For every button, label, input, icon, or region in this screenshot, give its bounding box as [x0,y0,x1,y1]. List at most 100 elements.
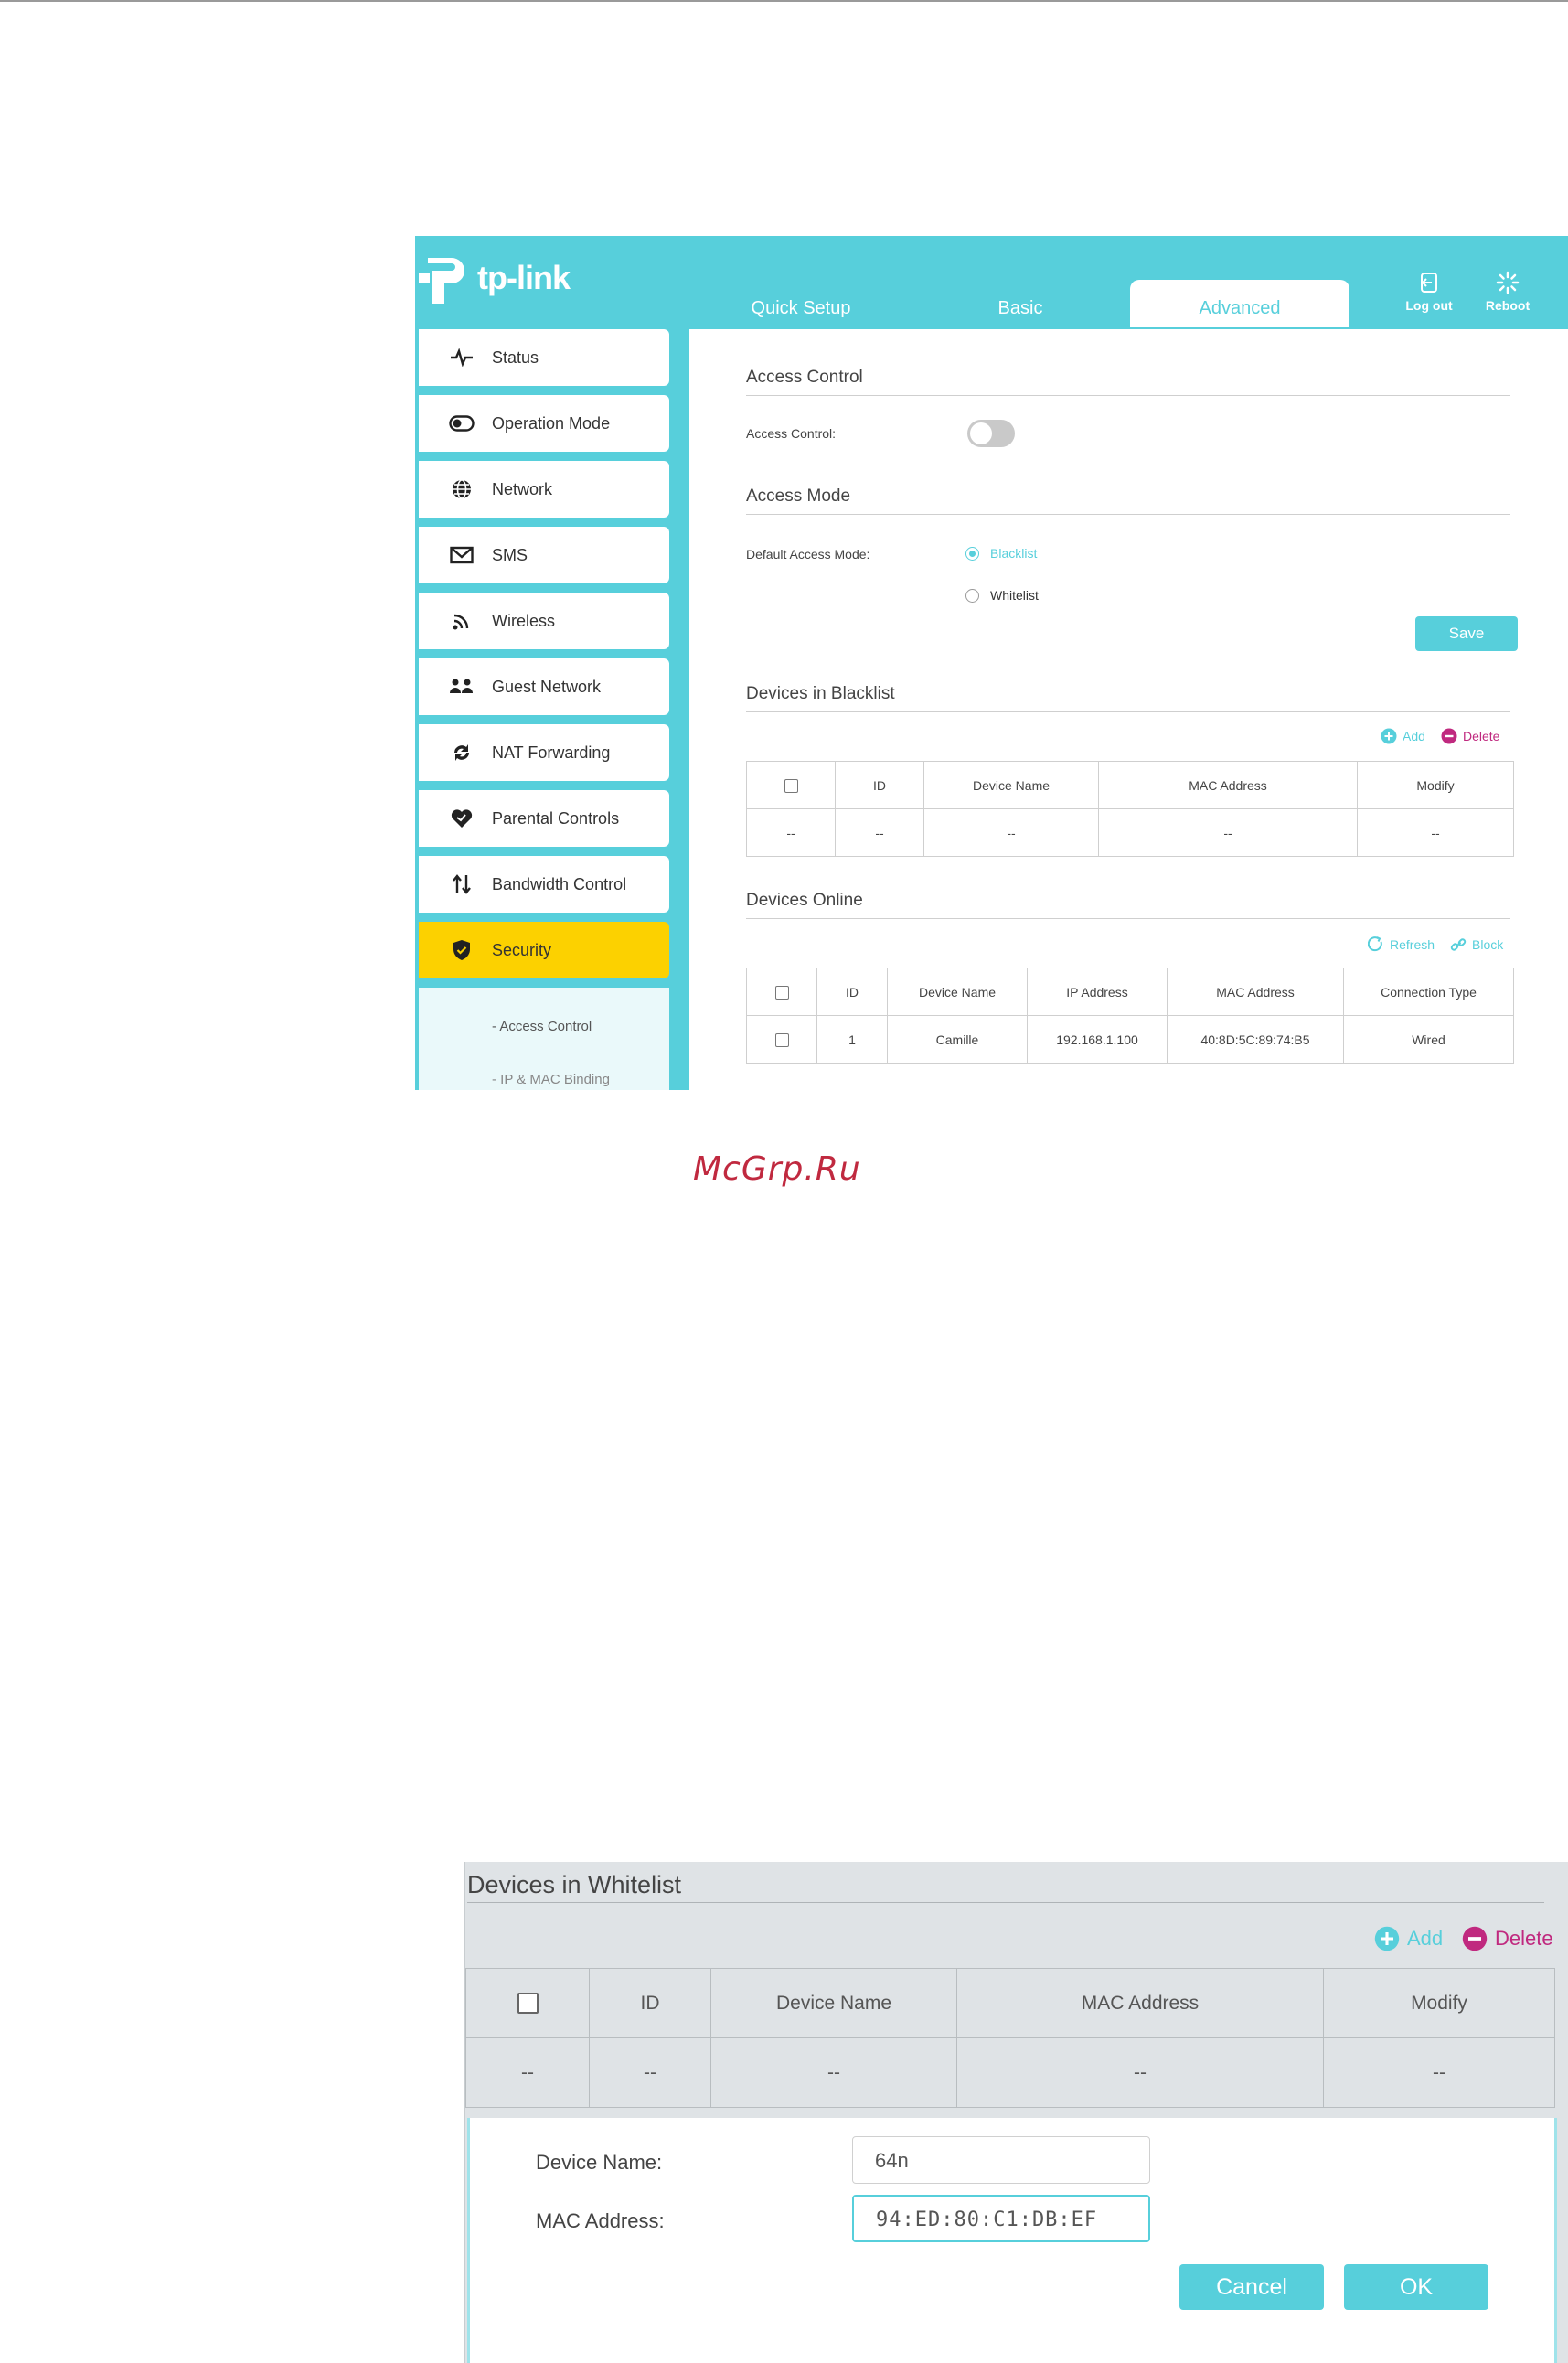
sidebar-item-parental-controls[interactable]: Parental Controls [419,790,669,847]
nat-icon [448,742,475,764]
sidebar-item-label: SMS [492,545,528,564]
whitelist-title: Devices in Whitelist [467,1871,682,1898]
blacklist-table: ID Device Name MAC Address Modify -- -- … [746,761,1514,857]
add-label: Add [1407,1927,1444,1950]
plus-circle-icon [1381,728,1397,744]
row-checkbox[interactable] [774,1032,789,1047]
tab-basic[interactable]: Basic [911,280,1130,327]
arrows-updown-icon [448,873,475,895]
devices-online-title: Devices Online [746,891,863,910]
sidebar-item-label: Wireless [492,611,556,630]
access-control-title: Access Control [746,368,863,387]
radio-whitelist[interactable]: Whitelist [965,588,1039,603]
tab-quick-setup[interactable]: Quick Setup [691,280,911,327]
radio-blacklist-label: Blacklist [990,546,1038,561]
section-divider [746,395,1510,396]
globe-icon [448,478,475,500]
column-header: Device Name [923,761,1099,809]
column-header: Connection Type [1343,968,1514,1016]
sidebar-item-label: Status [492,348,539,367]
access-control-toggle[interactable] [967,420,1015,447]
table-row: -- -- -- -- -- [465,2037,1555,2108]
watermark-text: McGrp.Ru [693,1150,861,1188]
cancel-button[interactable]: Cancel [1179,2264,1324,2310]
security-subnav: - Access Control - IP & MAC Binding [419,988,669,1090]
page-top-rule [0,0,1568,2]
top-nav: Quick Setup Basic Advanced [691,280,1349,327]
table-row[interactable]: 1 Camille 192.168.1.100 40:8D:5C:89:74:B… [746,1015,1514,1064]
default-access-mode-label: Default Access Mode: [746,547,870,561]
reboot-button[interactable]: Reboot [1476,271,1540,313]
radio-blacklist[interactable]: Blacklist [965,546,1037,561]
block-button[interactable]: Block [1450,936,1503,953]
access-mode-title: Access Mode [746,486,851,506]
guests-icon [448,676,475,698]
subnav-access-control[interactable]: - Access Control [492,1000,669,1053]
reboot-icon [1496,271,1520,294]
section-divider [467,1902,1544,1903]
select-all-checkbox[interactable] [517,1993,539,2015]
sidebar-item-security[interactable]: Security [419,922,669,978]
whitelist-add-button[interactable]: Add [1374,1926,1443,1951]
column-header: Modify [1323,1968,1555,2038]
whitelist-edit-form: Device Name: 64n MAC Address: 94:ED:80:C… [467,2118,1557,2363]
device-name-label: Device Name: [536,2151,663,2174]
sidebar-item-network[interactable]: Network [419,461,669,518]
section-divider [746,711,1510,712]
refresh-icon [1368,936,1382,952]
table-header-row: ID Device Name MAC Address Modify [746,761,1514,809]
whitelist-screenshot: Devices in Whitelist Add Delete ID Devic… [464,1862,1568,2363]
sidebar-item-operation-mode[interactable]: Operation Mode [419,395,669,452]
select-all-cell [746,761,836,809]
envelope-icon [448,544,475,566]
select-all-cell [746,968,817,1016]
whitelist-delete-button[interactable]: Delete [1462,1926,1553,1951]
select-all-checkbox[interactable] [784,778,798,793]
logout-icon [1421,273,1437,293]
radio-indicator [965,588,979,603]
heart-icon [448,807,475,829]
radio-indicator [965,546,979,561]
logout-button[interactable]: Log out [1397,271,1461,313]
mac-address-label: MAC Address: [536,2209,665,2232]
access-control-label: Access Control: [746,426,837,441]
sidebar-item-bandwidth-control[interactable]: Bandwidth Control [419,856,669,913]
minus-circle-icon [1462,1926,1488,1951]
toggle-icon [448,412,475,434]
tp-link-logo: tp-link [419,251,571,305]
shield-icon [448,939,475,961]
sidebar-item-label: Operation Mode [492,413,611,433]
sidebar-item-label: Parental Controls [492,808,620,828]
ok-button[interactable]: OK [1344,2264,1488,2310]
mac-address-input[interactable]: 94:ED:80:C1:DB:EF [852,2195,1150,2242]
tab-advanced[interactable]: Advanced [1130,280,1349,327]
sidebar-item-status[interactable]: Status [419,329,669,386]
whitelist-table: ID Device Name MAC Address Modify -- -- … [465,1968,1555,2108]
router-admin-screenshot: tp-link Quick Setup Basic Advanced Log o… [415,236,1568,1090]
table-row: -- -- -- -- -- [746,808,1514,857]
sidebar-item-guest-network[interactable]: Guest Network [419,658,669,715]
column-header: Device Name [887,968,1028,1016]
brand-name: tp-link [477,259,571,296]
sidebar-item-label: NAT Forwarding [492,743,611,762]
section-divider [746,514,1510,515]
logout-label: Log out [1405,298,1453,313]
table-cell: 192.168.1.100 [1027,1015,1168,1064]
sidebar-item-nat-forwarding[interactable]: NAT Forwarding [419,724,669,781]
device-name-input[interactable]: 64n [852,2136,1150,2184]
refresh-button[interactable]: Refresh [1368,936,1435,953]
table-cell: -- [835,808,924,857]
column-header: ID [816,968,888,1016]
devices-online-table: ID Device Name IP Address MAC Address Co… [746,968,1514,1064]
blacklist-delete-button[interactable]: Delete [1441,728,1499,744]
table-header-row: ID Device Name MAC Address Modify [465,1968,1555,2038]
sidebar-item-sms[interactable]: SMS [419,527,669,583]
select-all-checkbox[interactable] [774,985,789,1000]
subnav-ip-mac-binding[interactable]: - IP & MAC Binding [492,1053,669,1090]
column-header: IP Address [1027,968,1168,1016]
save-button[interactable]: Save [1415,616,1518,651]
table-cell: -- [589,2037,711,2108]
column-header: ID [589,1968,711,2038]
blacklist-add-button[interactable]: Add [1381,728,1425,744]
sidebar-item-wireless[interactable]: Wireless [419,593,669,649]
